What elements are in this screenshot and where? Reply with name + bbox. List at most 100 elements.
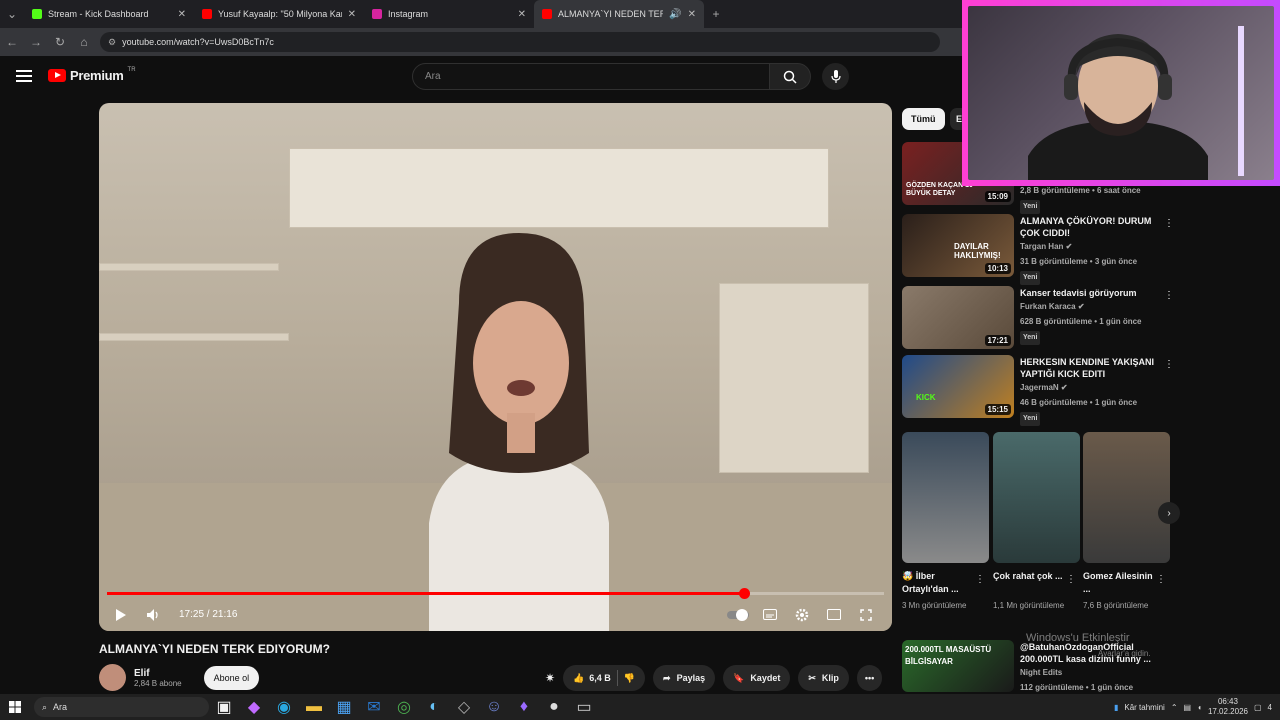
rec-video[interactable]: DAYILAR HAKLIYMIŞ! 10:13 ALMANYA ÇÖKÜYOR… <box>902 214 1174 285</box>
play-button[interactable] <box>105 599 137 631</box>
short-title[interactable]: Gomez Ailesinin ... <box>1083 570 1158 596</box>
home-icon[interactable]: ⌂ <box>72 30 96 54</box>
chip-all[interactable]: Tümü <box>902 108 945 130</box>
video-progress-bar[interactable] <box>107 588 884 599</box>
clip-button[interactable]: ✂ Klip <box>798 665 849 691</box>
rec-thumbnail[interactable]: 17:21 <box>902 286 1014 349</box>
rec-title[interactable]: Kanser tedavisi görüyorum <box>1020 287 1160 299</box>
close-icon[interactable]: ✕ <box>178 9 186 20</box>
outlook-icon[interactable]: ✉ <box>359 694 389 720</box>
background-shelf <box>99 333 289 341</box>
app-icon[interactable]: ◇ <box>449 694 479 720</box>
short-thumbnail[interactable] <box>1083 432 1170 563</box>
share-button[interactable]: ➦ Paylaş <box>653 665 716 691</box>
logo-text: Premium <box>70 68 124 83</box>
chrome-icon[interactable]: ◎ <box>389 694 419 720</box>
taskbar-search[interactable]: ⌕ Ara <box>34 697 209 717</box>
rec-thumbnail[interactable]: KICK 15:15 <box>902 355 1014 418</box>
like-button[interactable]: 👍 6,4 B <box>573 673 611 684</box>
thumbs-down-icon[interactable]: 👎 <box>624 673 635 684</box>
notification-icon[interactable]: ▢ <box>1254 703 1262 712</box>
more-vert-icon[interactable]: ⋮ <box>1164 290 1174 301</box>
channel-avatar[interactable] <box>99 664 126 691</box>
settings-button[interactable] <box>786 599 818 631</box>
rec-channel[interactable]: JagermaN ✔ <box>1020 382 1160 394</box>
network-icon[interactable]: ▤ <box>1184 703 1192 712</box>
chevron-right-icon[interactable]: › <box>1158 502 1180 524</box>
app-icon[interactable]: ▭ <box>569 694 599 720</box>
tab-list-chevron-icon[interactable]: ⌄ <box>0 2 24 26</box>
voice-search-button[interactable] <box>822 63 849 90</box>
more-vert-icon[interactable]: ⋮ <box>1164 218 1174 229</box>
more-actions-button[interactable]: ••• <box>856 665 883 691</box>
autoplay-toggle[interactable] <box>722 599 754 631</box>
save-button[interactable]: 🔖 Kaydet <box>723 665 791 691</box>
obs-icon[interactable]: ● <box>539 694 569 720</box>
tab-youtube-yusuf[interactable]: Yusuf Kayaalp: "50 Milyona Kar... ✕ <box>194 0 364 28</box>
volume-icon[interactable]: ◖ <box>1197 703 1202 712</box>
more-vert-icon[interactable]: ⋮ <box>1066 574 1076 585</box>
rec-thumbnail[interactable]: DAYILAR HAKLIYMIŞ! 10:13 <box>902 214 1014 277</box>
short-title[interactable]: Çok rahat çok ... <box>993 570 1068 583</box>
discord-icon[interactable]: ☺ <box>479 694 509 720</box>
hamburger-menu-icon[interactable] <box>16 70 32 82</box>
file-explorer-icon[interactable]: ▬ <box>299 694 329 720</box>
video-player[interactable]: 17:25 / 21:16 <box>99 103 892 631</box>
thumbnail-text: DAYILAR HAKLIYMIŞ! <box>954 242 1001 260</box>
back-arrow-icon[interactable]: ← <box>0 30 24 54</box>
sparkle-icon[interactable]: ✷ <box>545 671 555 685</box>
weather-label[interactable]: Kâr tahmini <box>1124 703 1164 712</box>
background-cabinets <box>289 148 829 228</box>
steam-icon[interactable]: ◐ <box>419 694 449 720</box>
new-tab-plus-icon[interactable]: + <box>704 2 728 26</box>
app-icon[interactable]: ♦ <box>509 694 539 720</box>
thumbs-up-icon: 👍 <box>573 672 585 683</box>
search-button[interactable] <box>769 63 811 90</box>
site-info-icon[interactable]: ⚙ <box>108 37 116 48</box>
volume-button[interactable] <box>137 599 169 631</box>
subscribe-button[interactable]: Abone ol <box>203 665 260 690</box>
rec-meta: 2,8 B görüntüleme • 6 saat önce <box>1020 186 1141 195</box>
rec-title[interactable]: ALMANYA ÇÖKÜYOR! DURUM ÇOK CIDDI! <box>1020 215 1160 239</box>
tab-kick[interactable]: Stream - Kick Dashboard ✕ <box>24 0 194 28</box>
edge-icon[interactable]: ◉ <box>269 694 299 720</box>
rec-channel[interactable]: Night Edits <box>1020 667 1160 679</box>
more-vert-icon[interactable]: ⋮ <box>975 574 985 585</box>
rec-channel[interactable]: Furkan Karaca ✔ <box>1020 301 1160 313</box>
fullscreen-button[interactable] <box>850 599 882 631</box>
subtitles-button[interactable] <box>754 599 786 631</box>
store-icon[interactable]: ▦ <box>329 694 359 720</box>
close-icon[interactable]: ✕ <box>688 9 696 20</box>
rec-video[interactable]: 17:21 Kanser tedavisi görüyorum Furkan K… <box>902 286 1174 350</box>
rec-channel[interactable]: Targan Han ✔ <box>1020 241 1160 253</box>
forward-arrow-icon[interactable]: → <box>24 30 48 54</box>
search-input[interactable]: Ara <box>412 63 770 90</box>
copilot-icon[interactable]: ◆ <box>239 694 269 720</box>
theater-mode-button[interactable] <box>818 599 850 631</box>
short-title[interactable]: 🤯 İlber Ortaylı'dan ... <box>902 570 977 596</box>
rec-video[interactable]: 200.000TL MASAÜSTÜ BİLGİSAYAR @BatuhanOz… <box>902 640 1172 692</box>
more-vert-icon[interactable]: ⋮ <box>1164 359 1174 370</box>
tray-chevron-icon[interactable]: ⌃ <box>1171 703 1178 712</box>
task-view-icon[interactable]: ▣ <box>209 694 239 720</box>
rec-thumbnail[interactable]: 200.000TL MASAÜSTÜ BİLGİSAYAR <box>902 640 1014 692</box>
url-field[interactable]: ⚙ youtube.com/watch?v=UwsD0BcTn7c <box>100 32 940 52</box>
youtube-premium-logo[interactable]: Premium TR <box>48 67 136 83</box>
windows-start-icon[interactable] <box>0 694 30 720</box>
tab-youtube-active[interactable]: ALMANYA`YI NEDEN TERK E... 🔊 ✕ <box>534 0 704 28</box>
close-icon[interactable]: ✕ <box>518 9 526 20</box>
rec-title[interactable]: HERKESIN KENDINE YAKIŞANI YAPTIĞI KICK E… <box>1020 356 1160 380</box>
short-thumbnail[interactable] <box>993 432 1080 563</box>
reload-icon[interactable]: ↻ <box>48 30 72 54</box>
tab-instagram[interactable]: Instagram ✕ <box>364 0 534 28</box>
close-icon[interactable]: ✕ <box>348 9 356 20</box>
rec-video[interactable]: KICK 15:15 HERKESIN KENDINE YAKIŞANI YAP… <box>902 355 1174 426</box>
short-thumbnail[interactable] <box>902 432 989 563</box>
background-shelving-unit <box>719 283 869 473</box>
clip-label: Klip <box>821 673 839 683</box>
rec-meta: 112 görüntüleme • 1 gün önce <box>1020 683 1134 692</box>
clock[interactable]: 06:43 17.02.2026 <box>1208 697 1248 717</box>
channel-name[interactable]: Elif <box>134 668 182 679</box>
audio-icon[interactable]: 🔊 <box>669 9 681 20</box>
more-vert-icon[interactable]: ⋮ <box>1156 574 1166 585</box>
